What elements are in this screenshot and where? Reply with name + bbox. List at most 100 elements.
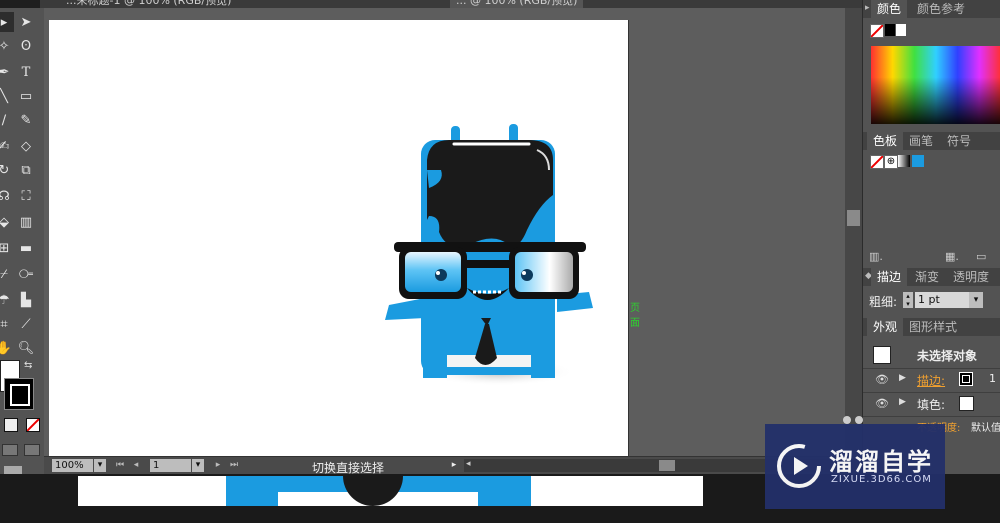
appearance-stroke-swatch[interactable] bbox=[959, 372, 973, 386]
cursor-blob bbox=[855, 416, 863, 424]
artboard-dropdown-icon[interactable]: ▾ bbox=[192, 459, 204, 472]
artboard-page-label: 页面 bbox=[630, 303, 640, 329]
color-mode-icon[interactable] bbox=[4, 418, 18, 432]
perspective-grid-tool-icon[interactable]: ▥ bbox=[16, 212, 36, 232]
gradient-tool-icon[interactable]: ▬ bbox=[16, 238, 36, 258]
warp-tool-icon[interactable]: ☊ bbox=[0, 186, 14, 206]
black-swatch[interactable] bbox=[885, 24, 895, 36]
watermark-logo: 溜溜自学 ZIXUE.3D66.COM bbox=[765, 424, 945, 509]
tab-transparency[interactable]: 透明度 bbox=[947, 268, 995, 286]
appearance-thumbnail bbox=[873, 346, 891, 364]
vertical-scroll-thumb[interactable] bbox=[847, 210, 860, 226]
swatch-kinds-menu-icon[interactable]: ▦. bbox=[945, 250, 959, 263]
fill-expand-icon[interactable]: ▶ bbox=[899, 397, 906, 407]
appearance-fill-swatch[interactable] bbox=[959, 396, 974, 411]
appearance-panel-header: 外观 图形样式 bbox=[863, 318, 1000, 336]
tab-brushes[interactable]: 画笔 bbox=[903, 132, 939, 150]
type-tool-icon[interactable]: T bbox=[16, 62, 36, 82]
tab-appearance[interactable]: 外观 bbox=[867, 318, 904, 336]
paintbrush-tool-icon[interactable]: ∕ bbox=[0, 110, 14, 130]
swatches-panel-header: 色板 画笔 符号 bbox=[863, 132, 1000, 150]
appearance-opacity-value: 默认值 bbox=[971, 423, 1000, 434]
lasso-tool-icon[interactable]: ʘ bbox=[16, 36, 36, 56]
draw-normal-icon[interactable] bbox=[2, 444, 18, 456]
none-swatch-icon[interactable] bbox=[870, 24, 884, 38]
pen-tool-icon[interactable]: ✒ bbox=[0, 62, 14, 82]
stroke-swatch[interactable] bbox=[4, 378, 34, 410]
hand-tool-icon[interactable]: ✋ bbox=[0, 338, 14, 358]
appearance-title: 未选择对象 bbox=[917, 349, 978, 363]
cursor-blob bbox=[843, 416, 851, 424]
appearance-fill-label[interactable]: 填色: bbox=[917, 396, 945, 413]
white-swatch[interactable] bbox=[896, 24, 906, 36]
magic-wand-tool-icon[interactable]: ✧ bbox=[0, 36, 14, 56]
new-swatch-group-icon[interactable]: ▭ bbox=[976, 250, 986, 263]
second-window-preview bbox=[78, 476, 703, 506]
slice-tool-icon[interactable]: ⟋ bbox=[16, 314, 36, 334]
document-tab-1[interactable]: ...未标题-1 @ 100% (RGB/预览) bbox=[60, 0, 237, 8]
previous-artboard-icon[interactable]: ◂ bbox=[130, 459, 142, 472]
stroke-weight-stepper[interactable]: ▴ ▾ bbox=[903, 292, 913, 308]
stroke-panel-header: ◆ 描边 渐变 透明度 bbox=[863, 268, 1000, 286]
tab-symbols[interactable]: 符号 bbox=[941, 132, 977, 150]
tab-gradient[interactable]: 渐变 bbox=[909, 268, 945, 286]
gradient-swatch[interactable] bbox=[898, 155, 910, 167]
document-tab-bar: ...未标题-1 @ 100% (RGB/预览) ... @ 100% (RGB… bbox=[40, 0, 862, 8]
scale-tool-icon[interactable]: ⧉ bbox=[16, 160, 36, 180]
panels-dock: ▸ 颜色 颜色参考 色板 画笔 符号 ⊕ ▥. ▦. ▭ ◆ 描边 渐变 透明度… bbox=[862, 0, 1000, 474]
document-tab-2[interactable]: ... @ 100% (RGB/预览) bbox=[450, 0, 584, 8]
panel-collapse-icon[interactable]: ▸ bbox=[865, 3, 870, 13]
tab-stroke[interactable]: 描边 bbox=[871, 268, 908, 286]
first-artboard-icon[interactable]: ⏮ bbox=[114, 459, 126, 472]
tab-color[interactable]: 颜色 bbox=[871, 0, 908, 18]
symbol-sprayer-tool-icon[interactable]: ☂ bbox=[0, 290, 14, 310]
mascot-illustration bbox=[385, 124, 593, 386]
horizontal-scroll-thumb[interactable] bbox=[659, 460, 675, 471]
appearance-stroke-label[interactable]: 描边: bbox=[917, 372, 945, 389]
selection-tool-icon[interactable]: ▸ bbox=[0, 12, 14, 32]
mesh-tool-icon[interactable]: ⊞ bbox=[0, 238, 14, 258]
draw-behind-icon[interactable] bbox=[24, 444, 40, 456]
shape-builder-tool-icon[interactable]: ⬙ bbox=[0, 212, 14, 232]
artboard[interactable]: 页面 bbox=[49, 20, 640, 456]
artboard-number-field[interactable]: 1 bbox=[150, 459, 191, 472]
registration-swatch-icon[interactable]: ⊕ bbox=[884, 155, 898, 169]
zoom-tool-icon[interactable]: 🔍︎ bbox=[16, 338, 36, 358]
stroke-expand-icon[interactable]: ▶ bbox=[899, 373, 906, 383]
none-mode-icon[interactable] bbox=[26, 418, 40, 432]
artboard-tool-icon[interactable]: ⌗ bbox=[0, 314, 14, 334]
blend-tool-icon[interactable]: ⧃ bbox=[16, 264, 36, 284]
tab-graphic-styles[interactable]: 图形样式 bbox=[903, 318, 963, 336]
blue-swatch[interactable] bbox=[912, 155, 924, 167]
zoom-level-field[interactable]: 100% bbox=[52, 459, 93, 472]
stroke-weight-field[interactable]: 1 pt bbox=[915, 292, 970, 308]
fill-visibility-icon[interactable]: 👁︎ bbox=[875, 397, 889, 410]
free-transform-tool-icon[interactable]: ⛶ bbox=[16, 186, 36, 206]
watermark-url: ZIXUE.3D66.COM bbox=[831, 474, 932, 485]
zoom-dropdown-icon[interactable]: ▾ bbox=[94, 459, 106, 472]
swatch-none-icon[interactable] bbox=[870, 155, 884, 169]
rotate-tool-icon[interactable]: ↻ bbox=[0, 160, 14, 180]
line-tool-icon[interactable]: ╲ bbox=[0, 86, 14, 106]
play-logo-icon bbox=[777, 444, 821, 488]
color-panel-header: ▸ 颜色 颜色参考 bbox=[863, 0, 1000, 18]
stroke-weight-label: 粗细: bbox=[869, 295, 898, 309]
swatch-library-menu-icon[interactable]: ▥. bbox=[869, 250, 883, 263]
tab-swatches[interactable]: 色板 bbox=[867, 132, 904, 150]
eyedropper-tool-icon[interactable]: ⌿ bbox=[0, 264, 14, 284]
direct-selection-tool-icon[interactable]: ➤ bbox=[16, 12, 36, 32]
column-graph-tool-icon[interactable]: ▙ bbox=[16, 290, 36, 310]
eraser-tool-icon[interactable]: ◇ bbox=[16, 136, 36, 156]
vertical-scrollbar[interactable] bbox=[845, 8, 862, 456]
blob-brush-tool-icon[interactable]: ✍ bbox=[0, 136, 14, 156]
tab-color-guide[interactable]: 颜色参考 bbox=[911, 0, 971, 18]
color-spectrum[interactable] bbox=[871, 46, 1000, 124]
rectangle-tool-icon[interactable]: ▭ bbox=[16, 86, 36, 106]
status-menu-icon[interactable]: ▸ bbox=[448, 459, 460, 472]
next-artboard-icon[interactable]: ▸ bbox=[212, 459, 224, 472]
swap-fill-stroke-icon[interactable]: ⇆ bbox=[24, 360, 32, 371]
last-artboard-icon[interactable]: ⏭ bbox=[228, 459, 240, 472]
stroke-weight-dropdown-icon[interactable]: ▾ bbox=[969, 292, 983, 308]
pencil-tool-icon[interactable]: ✎ bbox=[16, 110, 36, 130]
stroke-visibility-icon[interactable]: 👁︎ bbox=[875, 373, 889, 386]
